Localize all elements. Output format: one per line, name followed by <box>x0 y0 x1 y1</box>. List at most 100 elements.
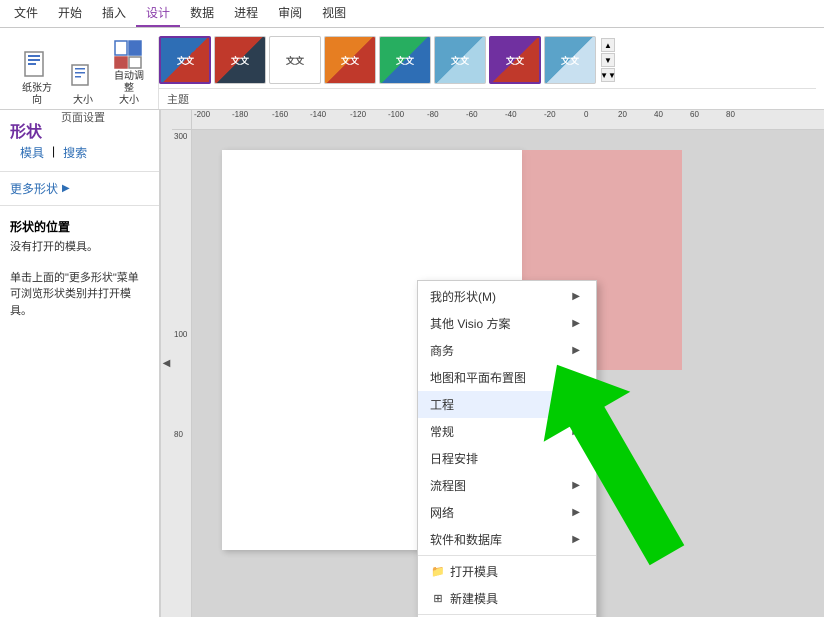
tab-review[interactable]: 审阅 <box>268 0 312 27</box>
theme-icon-7: 文文 <box>506 54 524 67</box>
folder-icon: 📁 <box>430 564 446 580</box>
grid-icon: ⊞ <box>430 591 446 607</box>
menu-item-flowchart[interactable]: 流程图 ▶ <box>418 472 596 499</box>
menu-item-flowchart-label: 流程图 <box>430 477 466 494</box>
menu-item-engineering-arrow: ▶ <box>572 399 580 410</box>
menu-item-open-mold-label: 打开模具 <box>450 563 498 580</box>
menu-item-business-label: 商务 <box>430 342 454 359</box>
menu-item-other-visio[interactable]: 其他 Visio 方案 ▶ <box>418 310 596 337</box>
ruler-mark-0: 0 <box>584 110 588 119</box>
theme-item-2[interactable]: 文文 <box>214 36 266 84</box>
page-orientation-button[interactable]: 纸张方向 <box>16 49 58 109</box>
left-panel: 形状 模具 | 搜索 更多形状 ▶ 形状的位置 没有打开的模具。 单击上面的"更… <box>0 110 160 617</box>
page-size-button[interactable]: 大小 <box>62 61 104 109</box>
ruler-mark-minus40: -40 <box>505 110 517 119</box>
panel-collapse-button[interactable]: ◀ <box>160 110 172 617</box>
shape-position-section: 形状的位置 没有打开的模具。 单击上面的"更多形状"菜单可浏览形状类别并打开模具… <box>0 210 159 327</box>
ruler-mark-minus200: -200 <box>194 110 210 119</box>
menu-item-business[interactable]: 商务 ▶ <box>418 337 596 364</box>
theme-item-5[interactable]: 文文 <box>379 36 431 84</box>
theme-item-1[interactable]: 文文 <box>159 36 211 84</box>
auto-size-icon <box>113 39 145 71</box>
menu-item-network[interactable]: 网络 ▶ <box>418 499 596 526</box>
shape-position-title: 形状的位置 <box>10 218 149 235</box>
page-setup-label: 页面设置 <box>61 109 105 128</box>
page-setup-items: 纸张方向 大小 <box>16 37 150 109</box>
menu-item-software-label: 软件和数据库 <box>430 531 502 548</box>
menu-item-my-shapes-label: 我的形状(M) <box>430 288 496 305</box>
menu-item-new-mold-label: 新建模具 <box>450 590 498 607</box>
ruler-mark-minus20: -20 <box>544 110 556 119</box>
ruler-mark-minus100: -100 <box>388 110 404 119</box>
menu-item-business-arrow: ▶ <box>572 345 580 356</box>
shape-position-text-1: 没有打开的模具。 <box>10 239 149 256</box>
menu-item-other-visio-arrow: ▶ <box>572 318 580 329</box>
canvas-area: -200 -180 -160 -140 -120 -100 -80 -60 -4… <box>172 110 824 617</box>
theme-item-6[interactable]: 文文 <box>434 36 486 84</box>
menu-item-general-label: 常规 <box>430 423 454 440</box>
ribbon-tabs: 文件 开始 插入 设计 数据 进程 审阅 视图 <box>0 0 824 28</box>
menu-item-schedule[interactable]: 日程安排 <box>418 445 596 472</box>
theme-icon-2: 文文 <box>231 54 249 67</box>
menu-item-software-arrow: ▶ <box>572 534 580 545</box>
theme-scroll-more[interactable]: ▼▼ <box>601 68 615 82</box>
ruler-mark-left-100: 100 <box>174 330 187 339</box>
menu-item-engineering[interactable]: 工程 ▶ <box>418 391 596 418</box>
theme-item-8[interactable]: 文文 <box>544 36 596 84</box>
theme-item-3[interactable]: 文文 <box>269 36 321 84</box>
shape-position-text-2: 单击上面的"更多形状"菜单可浏览形状类别并打开模具。 <box>10 270 149 320</box>
panel-divider-1 <box>0 171 159 172</box>
ribbon-content: 纸张方向 大小 <box>0 28 824 109</box>
panel-collapse-icon: ◀ <box>163 358 171 369</box>
menu-item-general[interactable]: 常规 ▶ <box>418 418 596 445</box>
panel-links: 模具 | 搜索 <box>10 142 149 163</box>
tab-design[interactable]: 设计 <box>136 0 180 27</box>
menu-item-maps-label: 地图和平面布置图 <box>430 369 526 386</box>
theme-icon-8: 文文 <box>561 54 579 67</box>
menu-item-network-label: 网络 <box>430 504 454 521</box>
tab-insert[interactable]: 插入 <box>92 0 136 27</box>
ruler-mark-80: 80 <box>726 110 735 119</box>
ribbon: 文件 开始 插入 设计 数据 进程 审阅 视图 纸张方向 大小 <box>0 0 824 110</box>
ruler-top-marks: -200 -180 -160 -140 -120 -100 -80 -60 -4… <box>192 110 824 129</box>
menu-item-open-mold[interactable]: 📁 打开模具 <box>418 558 596 585</box>
auto-size-label: 自动调整大小 <box>112 71 146 107</box>
theme-item-7[interactable]: 文文 <box>489 36 541 84</box>
menu-item-my-shapes-arrow: ▶ <box>572 291 580 302</box>
ruler-mark-60: 60 <box>690 110 699 119</box>
menu-item-network-arrow: ▶ <box>572 507 580 518</box>
ruler-mark-minus140: -140 <box>310 110 326 119</box>
menu-item-software[interactable]: 软件和数据库 ▶ <box>418 526 596 553</box>
theme-items: 文文 文文 文文 文文 文文 <box>159 32 816 88</box>
panel-link-molds[interactable]: 模具 <box>20 144 44 161</box>
menu-item-new-mold[interactable]: ⊞ 新建模具 <box>418 585 596 612</box>
more-shapes-button[interactable]: 更多形状 ▶ <box>0 176 159 201</box>
menu-item-schedule-label: 日程安排 <box>430 450 478 467</box>
tab-process[interactable]: 进程 <box>224 0 268 27</box>
tab-data[interactable]: 数据 <box>180 0 224 27</box>
menu-item-my-shapes[interactable]: 我的形状(M) ▶ <box>418 283 596 310</box>
menu-separator-1 <box>418 555 596 556</box>
ruler-corner <box>172 110 192 130</box>
ruler-mark-minus120: -120 <box>350 110 366 119</box>
menu-item-maps[interactable]: 地图和平面布置图 ▶ <box>418 364 596 391</box>
context-menu: 我的形状(M) ▶ 其他 Visio 方案 ▶ 商务 ▶ 地图和平面布置图 ▶ … <box>417 280 597 617</box>
ruler-mark-left-300: 300 <box>174 132 187 141</box>
auto-size-button[interactable]: 自动调整大小 <box>108 37 150 109</box>
tab-start[interactable]: 开始 <box>48 0 92 27</box>
tab-file[interactable]: 文件 <box>4 0 48 27</box>
page-size-icon <box>67 63 99 95</box>
menu-separator-2 <box>418 614 596 615</box>
ribbon-group-page-setup: 纸张方向 大小 <box>8 37 159 109</box>
tab-view[interactable]: 视图 <box>312 0 356 27</box>
theme-item-4[interactable]: 文文 <box>324 36 376 84</box>
theme-scroll: ▲ ▼ ▼▼ <box>601 38 615 82</box>
theme-icon-1: 文文 <box>177 54 193 67</box>
menu-item-maps-arrow: ▶ <box>572 372 580 383</box>
theme-scroll-up[interactable]: ▲ <box>601 38 615 52</box>
theme-scroll-down[interactable]: ▼ <box>601 53 615 67</box>
page-orientation-icon <box>21 51 53 83</box>
ruler-mark-left-80: 80 <box>174 430 183 439</box>
theme-icon-4: 文文 <box>341 54 359 67</box>
panel-link-search[interactable]: 搜索 <box>63 144 87 161</box>
